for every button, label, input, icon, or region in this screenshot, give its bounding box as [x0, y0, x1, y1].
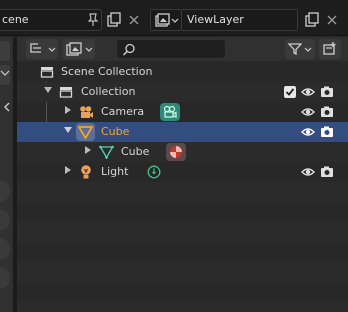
expand-triangle-right-icon[interactable] [84, 146, 92, 154]
tool-circle[interactable] [0, 180, 10, 202]
render-camera-icon[interactable] [320, 105, 334, 119]
render-camera-icon[interactable] [320, 85, 334, 99]
new-collection-icon [323, 42, 336, 55]
top-bar: cene ViewLayer [0, 0, 348, 36]
new-viewlayer-button[interactable] [302, 10, 322, 30]
expand-triangle-right-icon[interactable] [64, 166, 72, 174]
empty-row [17, 262, 348, 282]
outliner-tree: Scene Collection Collection Camera Cube [17, 61, 348, 312]
material-sphere-icon [170, 146, 182, 158]
outliner-row-camera[interactable]: Camera [17, 102, 348, 122]
outliner-row-cube-selected[interactable]: Cube [17, 122, 348, 142]
panel-button[interactable] [0, 41, 10, 61]
expand-triangle-down-icon[interactable] [44, 86, 52, 94]
chevron-down-icon [304, 47, 312, 52]
display-mode-dropdown[interactable] [26, 39, 58, 59]
outliner-row-light[interactable]: Light [17, 162, 348, 182]
outliner-header [17, 37, 348, 61]
camera-data-badge[interactable] [160, 103, 180, 121]
list-tree-icon [30, 43, 41, 53]
new-scene-button[interactable] [104, 10, 124, 30]
light-object-icon [81, 165, 91, 179]
empty-row [17, 302, 348, 312]
outliner-item-label: Scene Collection [61, 65, 153, 78]
chevron-down-icon [85, 47, 93, 52]
filter-type-dropdown[interactable] [63, 39, 95, 59]
delete-viewlayer-button[interactable] [322, 10, 342, 30]
search-input[interactable] [116, 39, 226, 59]
eye-icon[interactable] [301, 85, 315, 99]
tool-circle[interactable] [0, 209, 10, 231]
outliner-row-cube-mesh-data[interactable]: Cube [17, 142, 348, 162]
delete-scene-button[interactable] [124, 10, 144, 30]
viewlayer-name: ViewLayer [187, 13, 244, 26]
eye-icon[interactable] [301, 125, 315, 139]
empty-row [17, 222, 348, 242]
pin-icon[interactable] [86, 12, 100, 31]
chevron-left-icon[interactable] [2, 101, 12, 113]
scene-collection-icon [40, 67, 54, 78]
scene-name: cene [2, 13, 29, 26]
expand-triangle-right-icon[interactable] [64, 106, 72, 114]
collection-icon [59, 87, 73, 98]
mesh-data-icon [99, 145, 114, 159]
eye-icon[interactable] [301, 105, 315, 119]
outliner-item-label: Light [101, 165, 129, 178]
filter-funnel-icon [288, 43, 302, 56]
outliner-row-scene-collection[interactable]: Scene Collection [17, 62, 348, 82]
viewlayer-field[interactable]: ViewLayer [182, 9, 298, 31]
new-collection-button[interactable] [319, 39, 341, 59]
left-panel-edge [0, 37, 14, 312]
expand-triangle-down-icon[interactable] [64, 126, 72, 134]
outliner-item-label: Camera [101, 105, 145, 118]
filter-dropdown[interactable] [285, 39, 315, 59]
image-icon [155, 13, 170, 27]
outliner-item-label-active: Cube [101, 125, 130, 138]
eye-icon[interactable] [301, 165, 315, 179]
image-icon [66, 42, 82, 56]
active-object-highlight [76, 123, 95, 141]
outliner-item-label: Collection [81, 85, 136, 98]
light-data-icon[interactable] [147, 165, 161, 179]
render-camera-icon[interactable] [320, 125, 334, 139]
empty-row [17, 182, 348, 202]
mesh-object-icon [78, 126, 93, 139]
chevron-down-icon [171, 18, 179, 23]
scene-selector[interactable]: cene [0, 9, 102, 31]
render-camera-icon[interactable] [320, 165, 334, 179]
camera-object-icon [80, 106, 93, 118]
camera-data-icon [163, 105, 177, 118]
search-icon [122, 43, 135, 56]
tool-circle[interactable] [0, 238, 10, 260]
outliner-row-collection[interactable]: Collection [17, 82, 348, 102]
outliner-item-label: Cube [121, 145, 150, 158]
checkbox-checked-icon[interactable] [283, 85, 297, 99]
viewlayer-type-dropdown[interactable] [150, 9, 182, 31]
chevron-down-icon [48, 47, 56, 52]
material-badge[interactable] [166, 143, 186, 161]
chevron-down-icon [0, 70, 10, 76]
tool-circle[interactable] [0, 267, 10, 289]
